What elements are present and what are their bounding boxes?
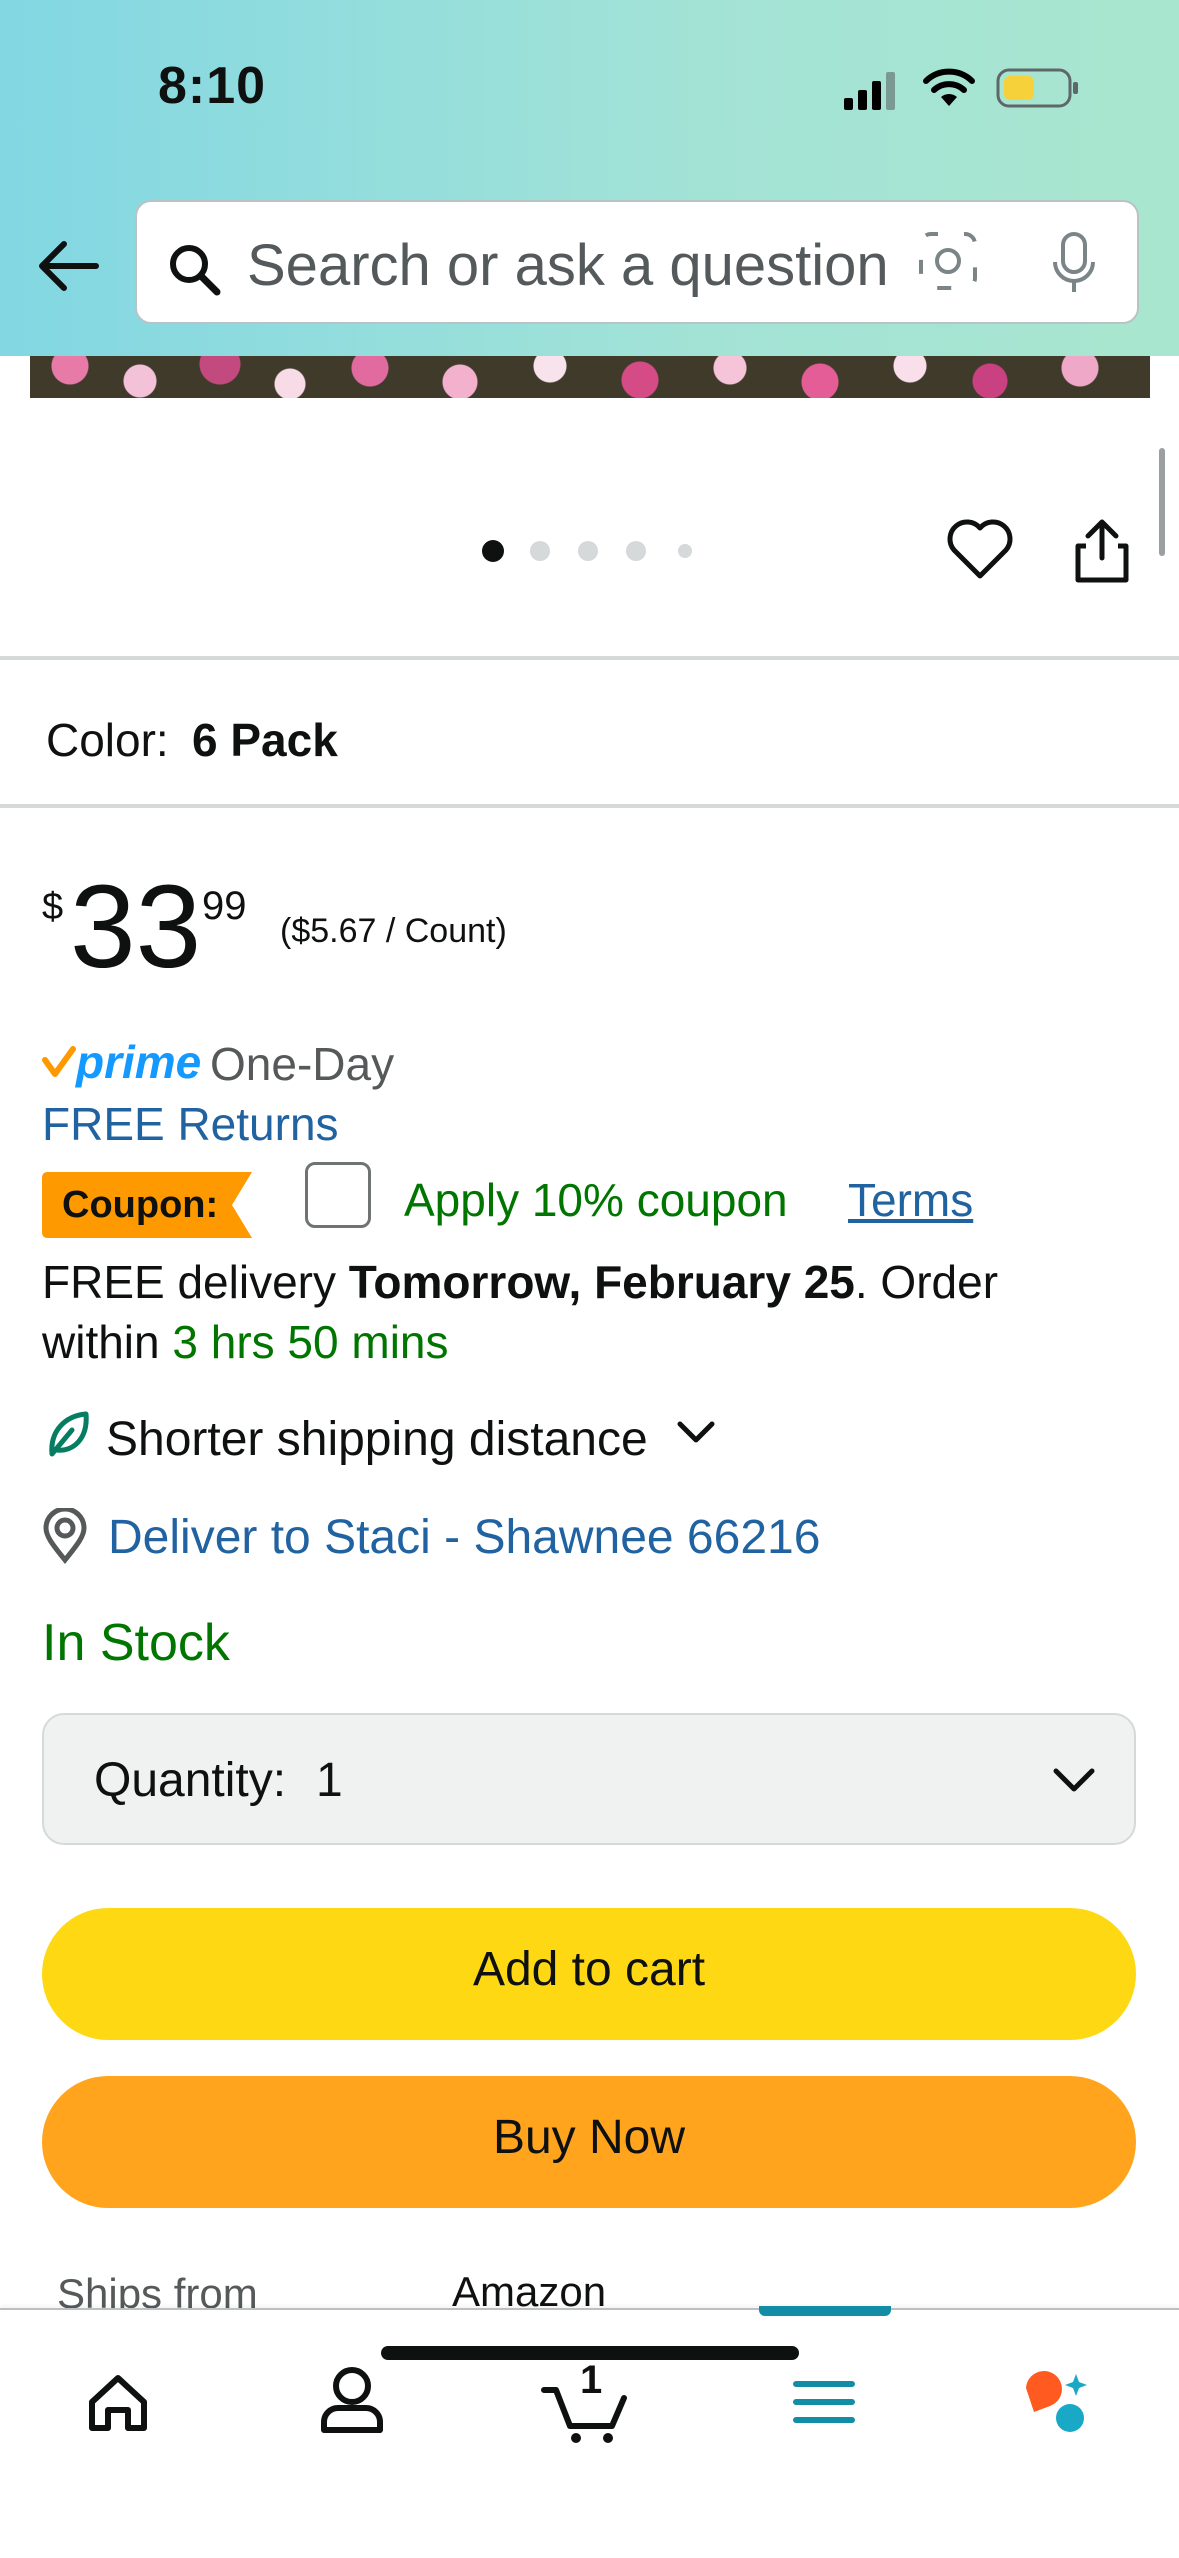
pager-dot-active	[482, 540, 504, 562]
leaf-icon	[49, 1411, 89, 1457]
delivery-date: Tomorrow, February 25	[348, 1256, 855, 1308]
price-per-unit: ($5.67 / Count)	[280, 912, 507, 950]
scroll-indicator	[1159, 448, 1165, 556]
coupon-terms-link[interactable]: Terms	[848, 1173, 973, 1227]
back-arrow-icon[interactable]	[34, 238, 102, 294]
buy-now-label: Buy Now	[492, 2111, 686, 2164]
home-indicator	[381, 2346, 799, 2360]
add-to-cart-button[interactable]: Add to cart	[42, 1908, 1136, 2040]
search-input[interactable]: Search or ask a question	[135, 200, 1139, 324]
tab-rufus[interactable]	[998, 2340, 1118, 2460]
location-pin-icon	[43, 1508, 87, 1564]
divider	[0, 804, 1179, 808]
search-icon	[170, 245, 221, 296]
prime-logo: prime	[76, 1036, 202, 1088]
apply-coupon-text[interactable]: Apply 10% coupon	[404, 1173, 788, 1227]
coupon-label: Coupon:	[62, 1184, 219, 1226]
coupon-badge: Coupon:	[42, 1172, 252, 1238]
heart-icon[interactable]	[946, 518, 1014, 582]
status-time: 8:10	[158, 57, 267, 115]
color-label: Color:	[46, 714, 169, 766]
delivery-prefix: FREE delivery	[42, 1256, 349, 1308]
active-tab-indicator	[759, 2306, 891, 2316]
shipping-distance-text[interactable]: Shorter shipping distance	[106, 1412, 648, 1467]
delivery-line-2: within 3 hrs 50 mins	[42, 1315, 449, 1369]
prime-speed: One-Day	[210, 1038, 395, 1090]
delivery-order: . Order	[854, 1256, 999, 1308]
delivery-countdown: 3 hrs 50 mins	[172, 1316, 449, 1368]
prime-check-icon	[42, 1046, 76, 1077]
buy-now-button[interactable]: Buy Now	[42, 2076, 1136, 2208]
microphone-icon[interactable]	[1049, 230, 1099, 298]
chevron-down-icon	[1053, 1768, 1095, 1792]
delivery-within: within	[42, 1316, 173, 1368]
chevron-down-icon[interactable]	[676, 1420, 716, 1446]
camera-lens-icon[interactable]	[917, 230, 979, 292]
coupon-checkbox[interactable]	[305, 1162, 371, 1228]
pager-dot	[578, 541, 598, 561]
pager-dot	[530, 541, 550, 561]
app-header: 8:10 Search or ask a question	[0, 0, 1179, 356]
price-fraction: 99	[202, 884, 247, 928]
delivery-line-1: FREE delivery Tomorrow, February 25. Ord…	[42, 1255, 998, 1309]
color-value: 6 Pack	[192, 714, 338, 766]
wifi-icon	[923, 68, 975, 106]
add-to-cart-label: Add to cart	[472, 1943, 706, 1996]
tab-home[interactable]	[58, 2340, 178, 2460]
stock-status: In Stock	[42, 1614, 230, 1672]
price-whole: 33	[70, 861, 202, 993]
search-placeholder: Search or ask a question	[247, 233, 889, 298]
image-pager[interactable]	[470, 534, 710, 564]
rufus-assistant-icon	[1026, 2371, 1087, 2432]
deliver-to-link[interactable]: Deliver to Staci - Shawnee 66216	[108, 1510, 820, 1565]
share-icon[interactable]	[1070, 516, 1134, 586]
free-returns-link[interactable]: FREE Returns	[42, 1097, 339, 1151]
cellular-signal-icon	[844, 72, 895, 110]
divider	[0, 656, 1179, 660]
pager-dot	[678, 544, 692, 558]
price-currency: $	[42, 886, 64, 928]
home-icon	[89, 2375, 147, 2431]
quantity-value: 1	[316, 1754, 343, 1807]
battery-icon	[996, 68, 1078, 108]
product-image[interactable]	[30, 356, 1150, 398]
quantity-label: Quantity:	[94, 1754, 287, 1807]
cart-count: 1	[580, 2358, 603, 2402]
pager-dot	[626, 541, 646, 561]
quantity-select[interactable]: Quantity: 1	[42, 1713, 1136, 1845]
